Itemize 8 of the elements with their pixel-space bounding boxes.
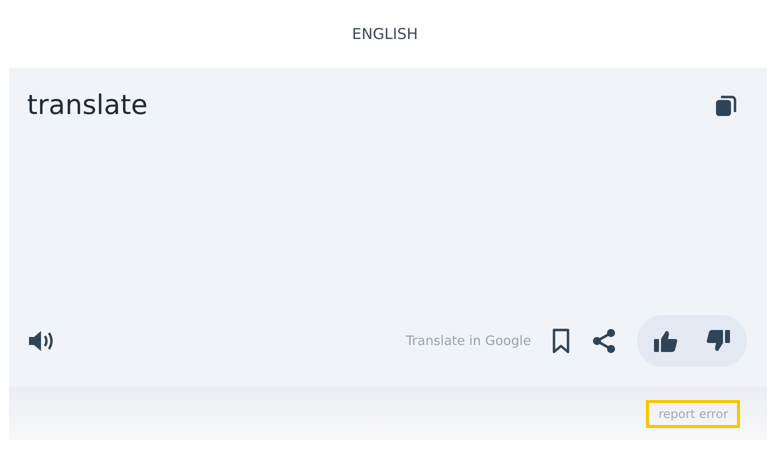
share-icon[interactable] — [591, 328, 617, 354]
report-error-link[interactable]: report error — [646, 400, 740, 428]
thumbs-down-icon[interactable] — [705, 329, 731, 353]
thumbs-up-icon[interactable] — [653, 329, 679, 353]
language-label: ENGLISH — [351, 24, 419, 45]
bookmark-icon[interactable] — [551, 328, 571, 354]
translation-text: translate — [27, 90, 148, 121]
translate-in-google-link[interactable]: Translate in Google — [406, 334, 531, 348]
